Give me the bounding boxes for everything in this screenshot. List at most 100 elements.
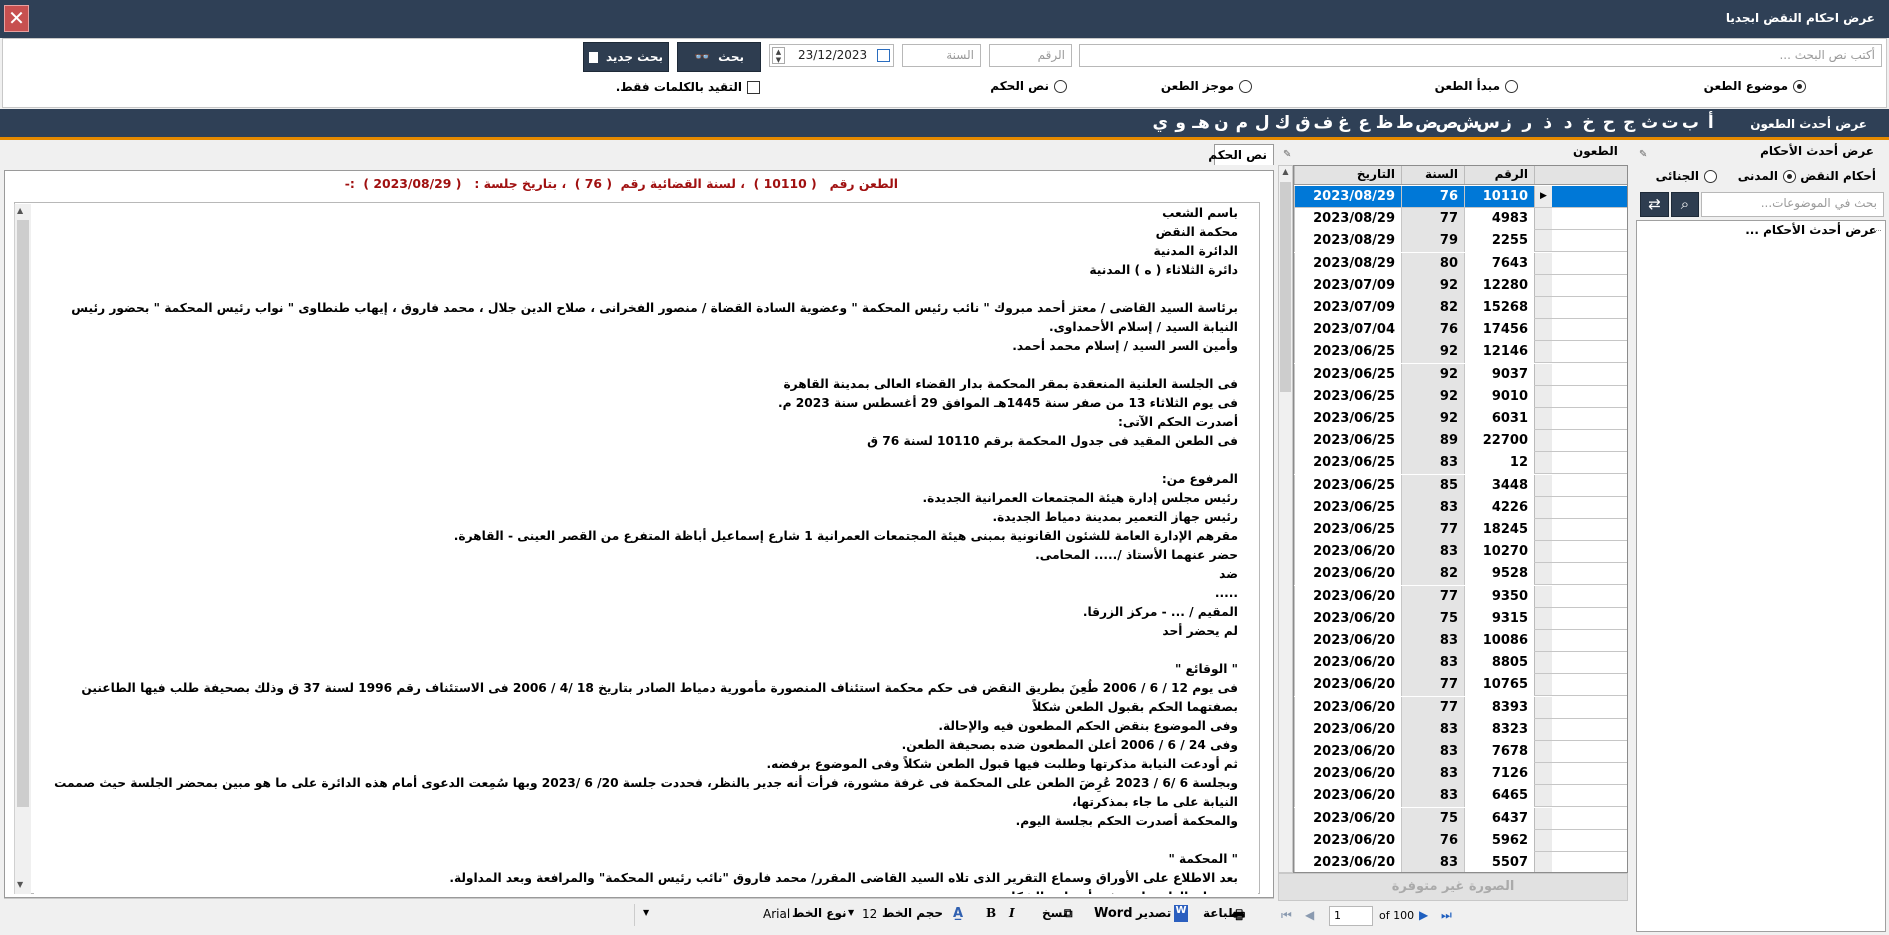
number-input[interactable]: الرقم [989,44,1072,67]
judgment-scrollbar[interactable]: ▲ ▼ [14,204,31,894]
close-button[interactable]: ✕ [4,5,29,32]
letter-13[interactable]: ص [1436,113,1459,133]
table-row[interactable]: 2023/08/29 79 2255 [1294,230,1627,253]
pin-icon[interactable]: ✎ [1283,149,1291,160]
letter-26[interactable]: و [1170,113,1190,133]
font-color-icon[interactable]: A̲ [953,906,963,921]
table-row[interactable]: 2023/06/20 77 10765 [1294,674,1627,697]
judgment-text[interactable]: باسم الشعب محكمة النقض الدائرة المدنية د… [34,204,1258,894]
letter-2[interactable]: ت [1660,113,1680,133]
scroll-up-icon[interactable]: ▲ [17,206,23,215]
table-row[interactable]: 2023/08/29 76 10110 ▶ [1294,186,1627,208]
scroll-thumb[interactable] [1280,182,1291,392]
table-row[interactable]: 2023/06/20 76 5962 [1294,829,1627,852]
radio-principle[interactable]: مبدأ الطعن [1435,79,1518,93]
radio-summary[interactable]: موجز الطعن [1161,79,1252,93]
table-row[interactable]: 2023/06/25 83 12 [1294,452,1627,475]
italic-button[interactable]: I [1009,906,1015,920]
col-year[interactable]: السنة [1401,166,1464,184]
letter-18[interactable]: غ [1334,113,1354,133]
font-name-select[interactable]: ▼ Arial [634,904,790,926]
scroll-up-icon[interactable]: ▲ [1280,167,1291,180]
export-button[interactable]: تصدير [1136,906,1171,920]
search-icon[interactable]: ⌕ [1671,192,1699,217]
export-word-label[interactable]: Word [1094,906,1133,921]
font-size-select[interactable]: ▼ 12 [846,904,878,926]
table-row[interactable]: 2023/06/25 77 18245 [1294,519,1627,541]
date-picker[interactable]: ▲ ▼ 23/12/2023 [769,44,894,67]
table-row[interactable]: 2023/06/20 83 6465 [1294,785,1627,808]
scroll-thumb[interactable] [17,220,29,807]
letter-1[interactable]: ب [1680,113,1700,133]
table-row[interactable]: 2023/07/09 92 12280 [1294,274,1627,297]
table-row[interactable]: 2023/06/20 83 10086 [1294,630,1627,652]
bold-button[interactable]: B [986,906,996,920]
page-input[interactable]: 1 [1329,906,1373,926]
table-row[interactable]: 2023/08/29 77 4983 [1294,208,1627,231]
table-row[interactable]: 2023/06/20 83 5507 [1294,852,1627,872]
table-row[interactable]: 2023/07/09 82 15268 [1294,297,1627,319]
table-row[interactable]: 2023/06/20 83 10270 [1294,541,1627,564]
table-row[interactable]: 2023/06/20 75 9315 [1294,607,1627,630]
table-row[interactable]: 2023/06/20 75 6437 [1294,807,1627,830]
last-page-icon[interactable]: ⏭ [1441,908,1452,923]
grid-scrollbar[interactable]: ▲ [1278,165,1293,873]
letter-12[interactable]: ش [1456,113,1479,133]
table-row[interactable]: 2023/08/29 80 7643 [1294,252,1627,275]
table-row[interactable]: 2023/06/25 92 9010 [1294,385,1627,408]
letter-27[interactable]: ي [1150,113,1170,133]
table-row[interactable]: 2023/06/20 77 8393 [1294,696,1627,719]
date-spinner[interactable]: ▲ ▼ [772,47,785,64]
search-button[interactable]: بحث 👓 [677,42,761,72]
letter-23[interactable]: م [1232,113,1252,133]
tree-item-latest[interactable]: عرض أحدث الأحكام ... [1745,223,1877,237]
scroll-down-icon[interactable]: ▼ [17,880,23,889]
pin-icon[interactable]: ✎ [1639,149,1651,160]
col-date[interactable]: التاريخ [1294,166,1401,184]
radio-subject[interactable]: موضوع الطعن [1704,79,1806,93]
exact-words-checkbox[interactable]: التقيد بالكلمات فقط. [616,80,760,94]
table-row[interactable]: 2023/06/20 82 9528 [1294,563,1627,586]
table-row[interactable]: 2023/06/25 92 9037 [1294,363,1627,386]
radio-criminal[interactable]: الجنائى [1656,169,1717,183]
next-page-icon[interactable]: ▶ [1419,908,1428,922]
prev-page-icon[interactable]: ◀ [1305,908,1314,922]
first-page-icon[interactable]: ⏮ [1281,908,1292,923]
search-text-input[interactable]: أكتب نص البحث ... [1079,44,1882,67]
year-input[interactable]: السنة [902,44,981,67]
letter-21[interactable]: ك [1272,113,1292,133]
col-number[interactable]: الرقم [1464,166,1534,184]
letter-22[interactable]: ل [1252,113,1272,133]
latest-appeals-link[interactable]: عرض أحدث الطعون [1750,117,1867,131]
refresh-icon[interactable]: ⇄ [1640,192,1669,217]
table-row[interactable]: 2023/06/20 83 7126 [1294,763,1627,786]
letter-8[interactable]: ذ [1537,113,1557,133]
letter-10[interactable]: ز [1497,113,1517,133]
letter-17[interactable]: ع [1354,113,1374,133]
table-row[interactable]: 2023/06/20 83 8323 [1294,718,1627,741]
letter-5[interactable]: ح [1599,113,1619,133]
print-button[interactable]: طباعة [1203,906,1239,920]
table-row[interactable]: 2023/06/20 83 8805 [1294,652,1627,675]
copy-button[interactable]: نسخ [1042,906,1067,920]
letter-20[interactable]: ق [1293,113,1313,133]
table-row[interactable]: 2023/06/20 77 9350 [1294,585,1627,608]
letter-24[interactable]: ن [1211,113,1231,133]
letter-19[interactable]: ف [1313,113,1334,133]
letter-25[interactable]: هـ [1191,113,1211,133]
letter-15[interactable]: ط [1395,113,1415,133]
date-enable-checkbox[interactable] [877,49,890,62]
letter-7[interactable]: د [1558,113,1578,133]
new-search-button[interactable]: بحث جديد [583,42,669,72]
table-row[interactable]: 2023/06/25 92 6031 [1294,408,1627,430]
letter-14[interactable]: ض [1415,113,1438,133]
letter-6[interactable]: خ [1578,113,1598,133]
letter-11[interactable]: س [1476,113,1499,133]
table-row[interactable]: 2023/06/25 83 4226 [1294,496,1627,519]
topics-search-input[interactable]: بحث في الموضوعات... [1701,192,1884,217]
letter-16[interactable]: ظ [1374,113,1394,133]
table-row[interactable]: 2023/06/25 85 3448 [1294,474,1627,497]
table-row[interactable]: 2023/07/04 76 17456 [1294,319,1627,342]
letter-0[interactable]: أ [1701,113,1721,133]
letter-9[interactable]: ر [1517,113,1537,133]
